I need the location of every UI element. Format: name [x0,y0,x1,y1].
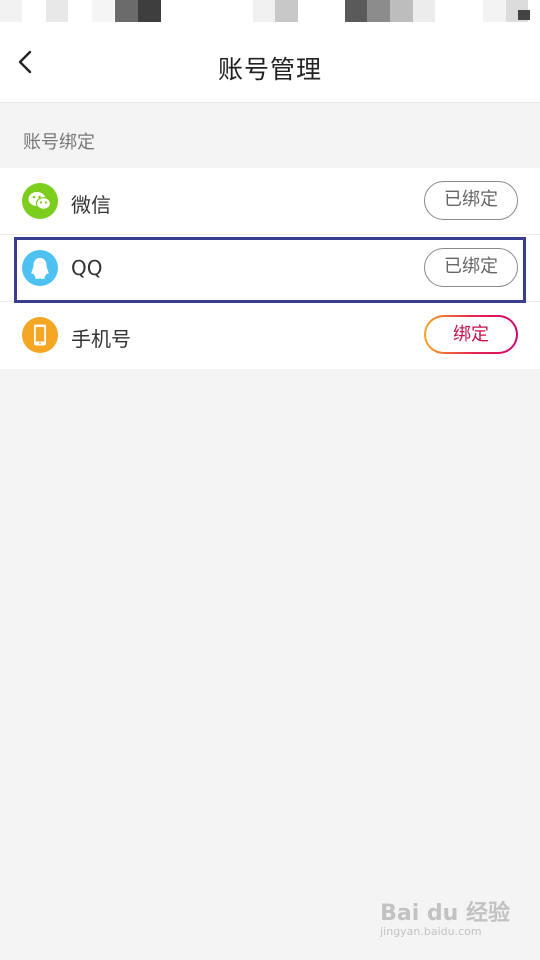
wechat-icon [22,183,58,219]
phone-bind-button[interactable]: 绑定 [424,315,518,354]
status-mosaic [0,0,22,22]
list-item-qq: QQ 已绑定 [0,235,540,302]
wechat-bound-button[interactable]: 已绑定 [424,181,518,220]
account-label: 微信 [71,193,111,217]
status-mosaic [253,0,275,22]
watermark-text: Bai du 经验 [380,901,510,926]
status-mosaic [413,0,435,22]
status-bar [0,0,540,24]
list-item-wechat: 微信 已绑定 [0,168,540,235]
status-mosaic [115,0,138,22]
battery-icon [518,10,530,20]
status-mosaic [345,0,367,22]
account-label: 手机号 [71,327,131,351]
watermark-sub: jingyan.baidu.com [380,925,482,938]
nav-header: 账号管理 [0,24,540,103]
status-mosaic [46,0,68,22]
status-mosaic [483,0,506,22]
page-title: 账号管理 [217,55,322,84]
qq-bound-button[interactable]: 已绑定 [424,248,518,287]
qq-penguin-icon [22,250,58,286]
status-mosaic [275,0,298,22]
phone-icon [22,317,58,353]
status-mosaic [390,0,413,22]
account-label: QQ [71,256,103,280]
baidu-jingyan-watermark: Bai du 经验 jingyan.baidu.com [380,895,510,938]
status-mosaic [138,0,161,22]
status-mosaic [92,0,114,22]
status-mosaic [367,0,390,22]
list-item-phone: 手机号 绑定 [0,302,540,369]
section-title: 账号绑定 [23,132,95,153]
account-list: 微信 已绑定 QQ 已绑定 手机号 绑定 [0,168,540,369]
